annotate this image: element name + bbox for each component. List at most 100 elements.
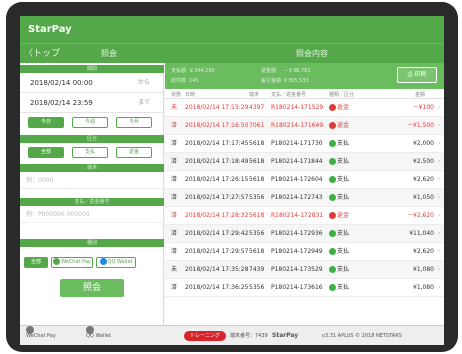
table-row[interactable]: 済 2018/02/14 17:16:50 7061 R180214-171649 返金… [165, 117, 444, 135]
search-button[interactable]: 照会 [60, 279, 124, 297]
cell-status: 済 [171, 212, 178, 219]
terminal-input[interactable]: 例：0000 [20, 173, 164, 189]
method-all-button[interactable]: 全部 [24, 257, 48, 268]
cell-amount: ¥1,080 [413, 266, 434, 273]
results-panel-title: 照会内容 [296, 49, 328, 58]
cell-number: P180214-172949 [271, 248, 323, 255]
print-label: 印刷 [414, 71, 427, 78]
footer-wechat-label: WeChat Pay [26, 333, 56, 339]
cell-datetime: 2018/02/14 17:29:57 [185, 248, 249, 255]
cell-terminal: 5618 [249, 140, 265, 147]
method-wechat-button[interactable]: WeChat Pay [51, 257, 93, 268]
col-status: 状態 [171, 92, 182, 98]
cell-number: R180214-171649 [271, 122, 324, 129]
period-week-button[interactable]: 今週 [72, 117, 108, 128]
check-icon [329, 104, 336, 111]
status-refund-button[interactable]: 返金 [116, 147, 152, 158]
cell-amount: －¥1,500 [407, 122, 434, 129]
status-all-button[interactable]: 全部 [28, 147, 64, 158]
table-row[interactable]: 済 2018/02/14 17:26:15 5618 P180214-172604 支払… [165, 171, 444, 189]
chevron-right-icon: › [438, 194, 441, 201]
chevron-right-icon: › [438, 176, 441, 183]
payment-no-input[interactable]: 例：P000000-000000 [20, 207, 164, 223]
from-date-value: 2018/02/14 00:00 [30, 79, 93, 87]
back-button[interactable]: 〈トップ [24, 44, 60, 64]
check-icon [329, 158, 336, 165]
cell-datetime: 2018/02/14 17:15:29 [185, 104, 249, 111]
check-icon [329, 176, 336, 183]
table-row[interactable]: 済 2018/02/14 17:27:57 5356 P180214-172743 支払… [165, 189, 444, 207]
check-icon [329, 194, 336, 201]
to-date-field[interactable]: 2018/02/14 23:59 まで [20, 93, 164, 113]
period-month-button[interactable]: 今月 [116, 117, 152, 128]
method-buttons: 全部 WeChat Pay QQ Wallet [20, 255, 164, 271]
method-qq-button[interactable]: QQ Wallet [96, 257, 136, 268]
chevron-right-icon: › [438, 158, 441, 165]
period-buttons: 今日 今週 今月 [20, 115, 164, 131]
cell-type-label: 返金 [337, 104, 350, 111]
method-qq-label: QQ Wallet [107, 259, 133, 265]
cell-amount: －¥2,620 [407, 212, 434, 219]
cell-number: P180214-172743 [271, 194, 323, 201]
table-row[interactable]: 済 2018/02/14 17:36:25 5356 P180214-173616 支払… [165, 279, 444, 297]
table-row[interactable]: 未 2018/02/14 17:15:29 4397 R180214-171529 返金… [165, 99, 444, 117]
cell-terminal: 7439 [249, 266, 265, 273]
cell-terminal: 7061 [249, 122, 265, 129]
cell-terminal: 5618 [249, 176, 265, 183]
table-row[interactable]: 済 2018/02/14 17:29:42 5356 P180214-172936 支払… [165, 225, 444, 243]
cell-amount: ¥2,000 [413, 140, 434, 147]
cell-type-label: 返金 [337, 122, 350, 129]
terminal-number: 端末番号：7439 [230, 333, 268, 339]
cell-type-label: 支払 [337, 284, 350, 291]
from-date-field[interactable]: 2018/02/14 00:00 から [20, 73, 164, 93]
cell-type: 支払 [329, 153, 349, 171]
cell-number: P180214-171730 [271, 140, 323, 147]
cell-status: 未 [171, 104, 178, 111]
cell-type-label: 支払 [337, 158, 350, 165]
cell-type-label: 支払 [337, 266, 350, 273]
status-pay-button[interactable]: 支払 [72, 147, 108, 158]
cell-terminal: 5356 [249, 230, 265, 237]
table-row[interactable]: 済 2018/02/14 17:28:32 5618 R180214-172831 返金… [165, 207, 444, 225]
chevron-right-icon: › [438, 248, 441, 255]
cell-terminal: 5356 [249, 194, 265, 201]
cell-status: 済 [171, 194, 178, 201]
cell-datetime: 2018/02/14 17:17:45 [185, 140, 249, 147]
pay-amount-value: ￥344,295 [189, 68, 215, 74]
cell-datetime: 2018/02/14 17:18:49 [185, 158, 249, 165]
col-amount: 金額 [415, 92, 426, 98]
print-button[interactable]: ⎙ 印刷 [397, 67, 437, 83]
terminal-header: 端末 [20, 164, 164, 172]
to-suffix: まで [137, 99, 150, 106]
cell-terminal: 5618 [249, 212, 265, 219]
cell-type-label: 支払 [337, 140, 350, 147]
cell-type: 返金 [329, 117, 349, 135]
cell-terminal: 5618 [249, 248, 265, 255]
wechat-icon [53, 258, 61, 265]
qq-icon [99, 258, 107, 265]
table-header: 状態 日時 端末 支払／返金番号 種類／区分 金額 [165, 89, 444, 99]
footer-qq-label: QQ Wallet [86, 333, 111, 339]
chevron-right-icon: › [438, 212, 441, 219]
cell-datetime: 2018/02/14 17:36:25 [185, 284, 249, 291]
cell-amount: －¥100 [412, 104, 434, 111]
cell-terminal: 5618 [249, 158, 265, 165]
chevron-right-icon: › [438, 230, 441, 237]
period-header: 期間 [20, 65, 164, 73]
payment-no-header: 支払／返金番号 [20, 198, 164, 206]
chevron-right-icon: › [438, 266, 441, 273]
cell-number: P180214-172604 [271, 176, 323, 183]
cell-type: 支払 [329, 243, 349, 261]
period-today-button[interactable]: 今日 [28, 117, 64, 128]
table-row[interactable]: 未 2018/02/14 17:35:28 7439 P180214-173529 支払… [165, 261, 444, 279]
app-screen: StarPay 〈トップ 照会 照会内容 期間 2018/02/14 00:00… [20, 16, 444, 345]
check-icon [329, 140, 336, 147]
to-date-value: 2018/02/14 23:59 [30, 99, 93, 107]
cell-datetime: 2018/02/14 17:27:57 [185, 194, 249, 201]
table-row[interactable]: 済 2018/02/14 17:18:49 5618 P180214-171844 支払… [165, 153, 444, 171]
table-row[interactable]: 済 2018/02/14 17:17:45 5618 P180214-171730 支払… [165, 135, 444, 153]
brand-logo: StarPay [272, 332, 299, 339]
cell-datetime: 2018/02/14 17:35:28 [185, 266, 249, 273]
table-row[interactable]: 済 2018/02/14 17:29:57 5618 P180214-172949 支払… [165, 243, 444, 261]
summary-bar: 支払額 ￥344,295 総件数 145 返金額 －￥38,762 差引金額 ￥… [165, 63, 444, 89]
